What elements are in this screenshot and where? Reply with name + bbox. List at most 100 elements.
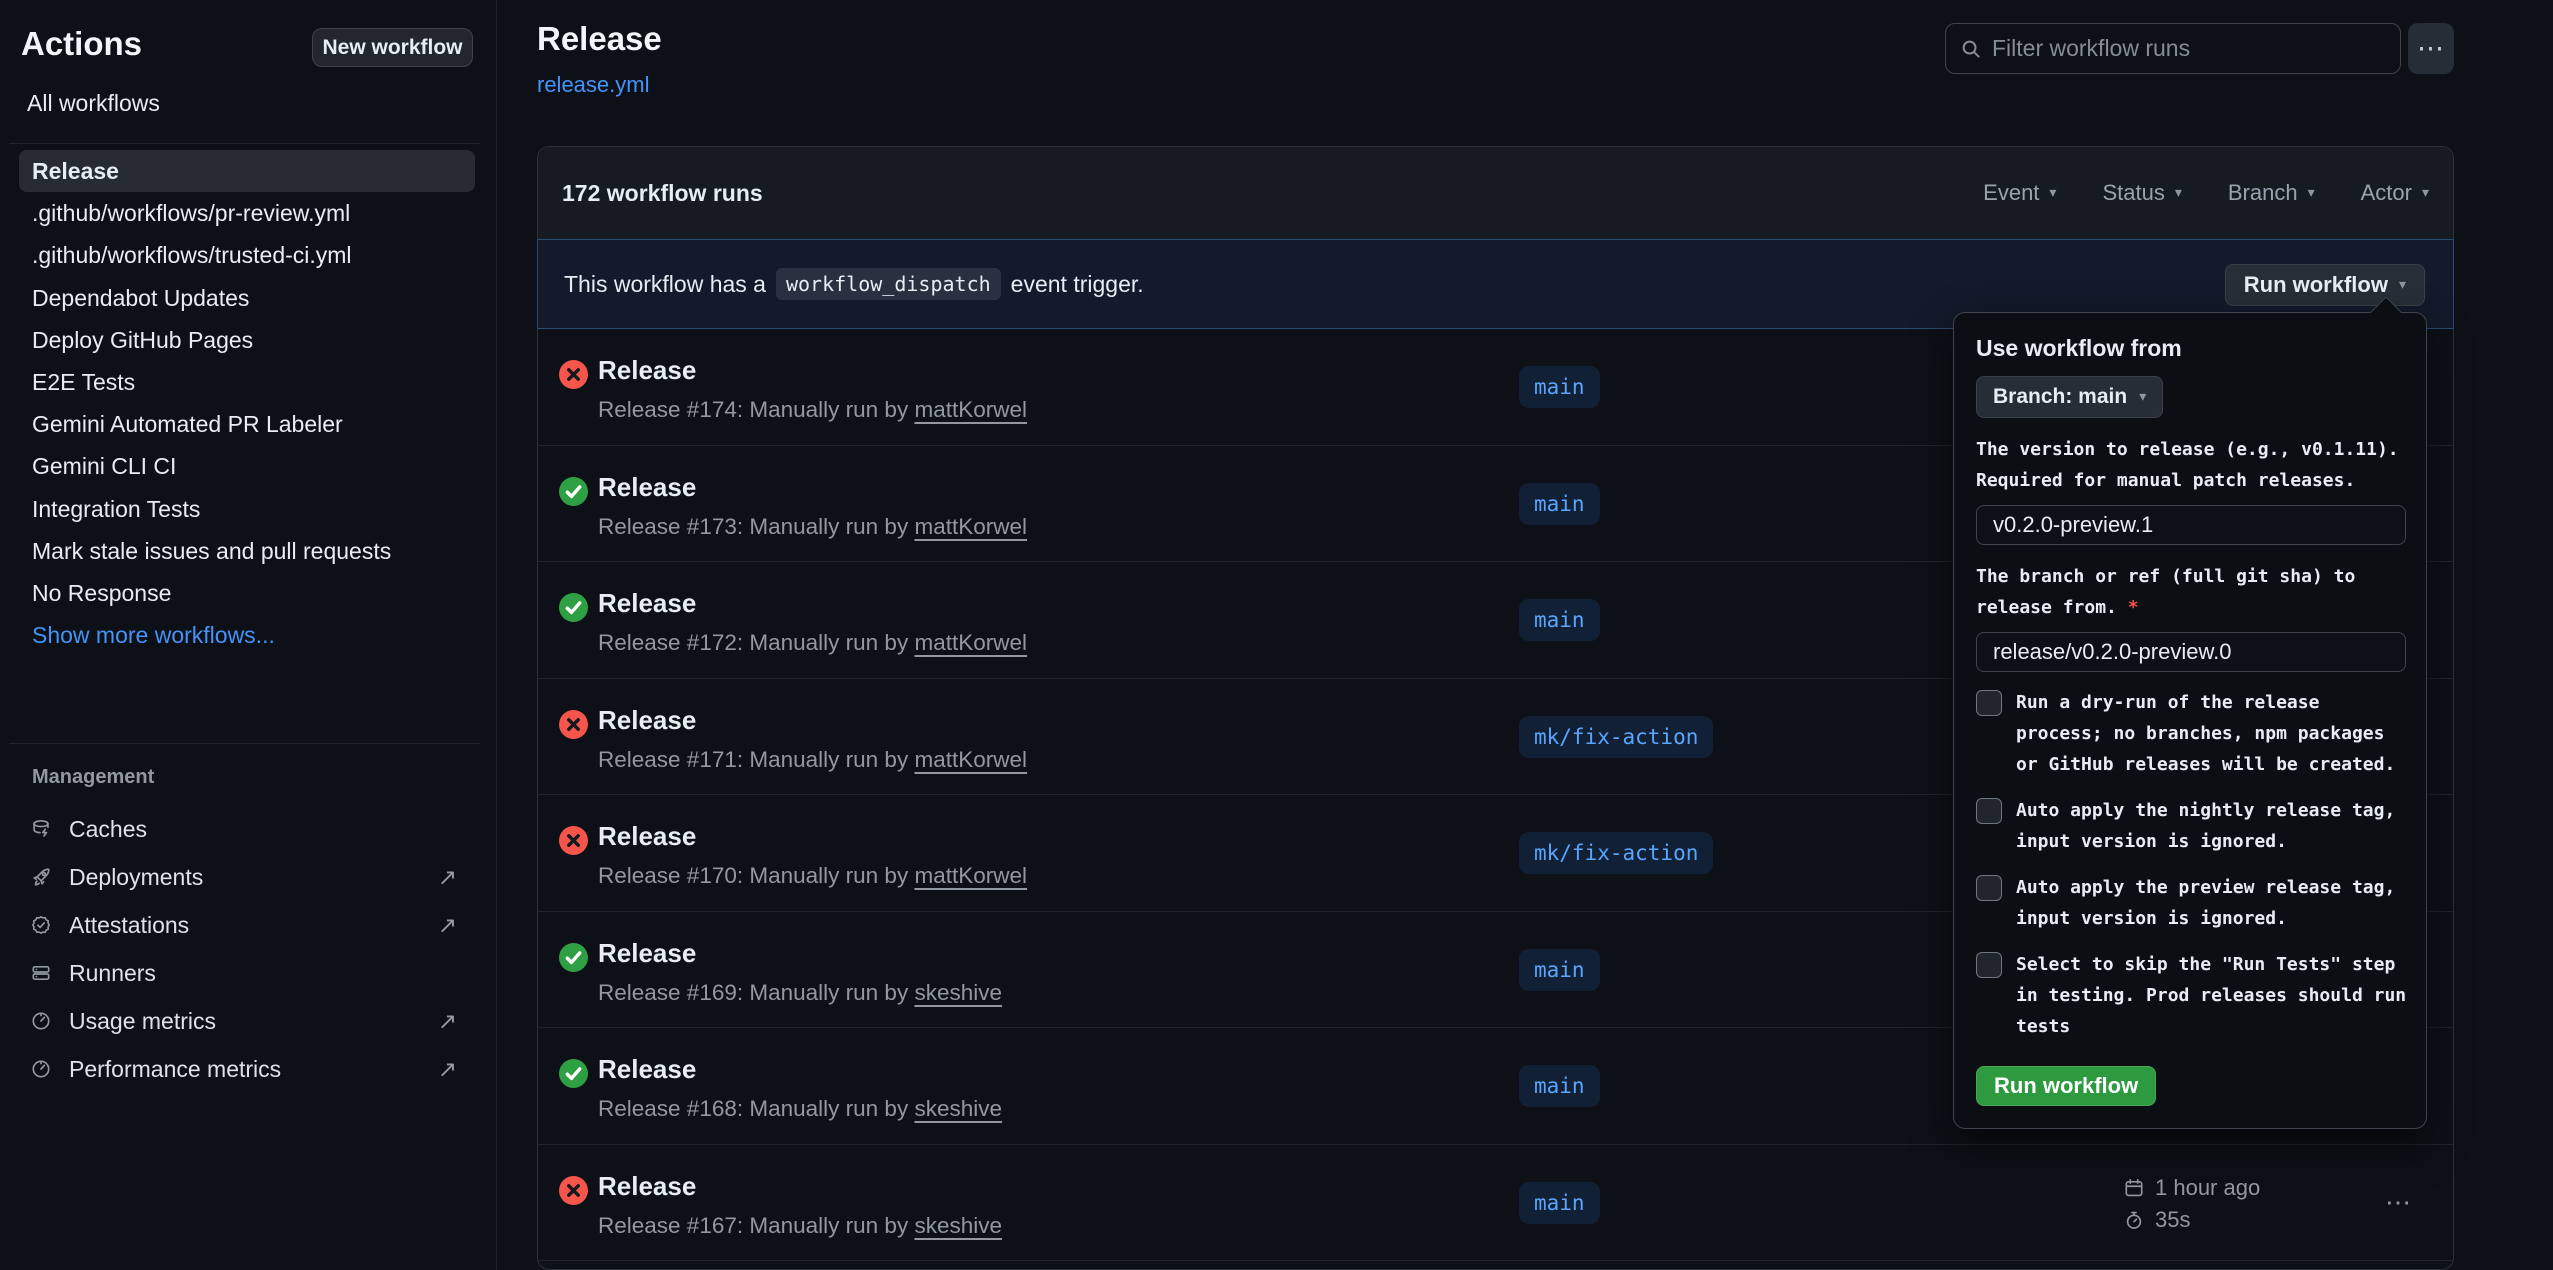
sidebar-workflow-item[interactable]: Gemini Automated PR Labeler <box>19 403 475 445</box>
run-description-text: Release #171: Manually run by <box>598 747 908 772</box>
failure-icon <box>559 1176 588 1205</box>
runs-filters: Event ▾ Status ▾ Branch ▾ Actor ▾ <box>1983 180 2429 206</box>
actor-link[interactable]: mattKorwel <box>914 863 1027 888</box>
checkbox[interactable] <box>1976 690 2002 716</box>
sidebar-workflow-item[interactable]: Gemini CLI CI <box>19 445 475 487</box>
sidebar-workflow-item[interactable]: .github/workflows/trusted-ci.yml <box>19 234 475 276</box>
workflow-file-link[interactable]: release.yml <box>537 72 649 98</box>
sidebar-workflow-item[interactable]: Dependabot Updates <box>19 277 475 319</box>
branch-select-button[interactable]: Branch: main ▾ <box>1976 376 2163 418</box>
branch-label[interactable]: mk/fix-action <box>1519 832 1713 874</box>
run-workflow-dropdown-button[interactable]: Run workflow ▾ <box>2225 264 2425 306</box>
filter-dropdown[interactable]: Event ▾ <box>1983 180 2056 206</box>
run-description-text: Release #173: Manually run by <box>598 514 908 539</box>
run-status-icon <box>559 710 588 739</box>
run-title-link[interactable]: Release <box>598 472 696 503</box>
checkbox[interactable] <box>1976 875 2002 901</box>
actor-link[interactable]: skeshive <box>914 1096 1002 1121</box>
run-status-icon <box>559 826 588 855</box>
sidebar-divider <box>9 743 480 744</box>
new-workflow-button[interactable]: New workflow <box>312 28 473 67</box>
checkbox-label: Run a dry-run of the release process; no… <box>2016 687 2395 780</box>
stopwatch-icon <box>2123 1209 2145 1231</box>
filter-dropdown-label: Actor <box>2361 180 2412 206</box>
management-item[interactable]: Deployments ↗ <box>0 853 497 901</box>
workflow-item-label: No Response <box>32 580 171 606</box>
actor-link[interactable]: mattKorwel <box>914 747 1027 772</box>
management-item[interactable]: Caches ↗ <box>0 805 497 853</box>
run-title-link[interactable]: Release <box>598 1171 696 1202</box>
branch-label[interactable]: main <box>1519 483 1600 525</box>
run-description-text: Release #170: Manually run by <box>598 863 908 888</box>
run-description: Release #170: Manually run by mattKorwel <box>598 863 1027 889</box>
sidebar-workflow-item[interactable]: Show more workflows... <box>19 614 475 656</box>
workflow-item-label: Dependabot Updates <box>32 285 249 311</box>
run-workflow-popover: Use workflow from Branch: main ▾ The ver… <box>1953 312 2427 1129</box>
failure-icon <box>559 710 588 739</box>
sidebar-workflow-item[interactable]: Release <box>19 150 475 192</box>
sidebar-workflow-item[interactable]: Deploy GitHub Pages <box>19 319 475 361</box>
run-title-link[interactable]: Release <box>598 1054 696 1085</box>
actor-link[interactable]: mattKorwel <box>914 397 1027 422</box>
event-code-chip: workflow_dispatch <box>776 268 1001 300</box>
chevron-down-icon: ▾ <box>2139 389 2146 405</box>
checkbox-row: Auto apply the nightly release tag, inpu… <box>1976 795 2404 857</box>
actor-link[interactable]: mattKorwel <box>914 514 1027 539</box>
run-description: Release #167: Manually run by skeshive <box>598 1213 1002 1239</box>
sidebar-workflow-item[interactable]: .github/workflows/pr-review.yml <box>19 192 475 234</box>
management-item[interactable]: Performance metrics ↗ <box>0 1045 497 1093</box>
server-icon <box>30 962 52 984</box>
branch-label[interactable]: mk/fix-action <box>1519 716 1713 758</box>
branch-label[interactable]: main <box>1519 366 1600 408</box>
run-meta: 1 hour ago 35s <box>2123 1172 2260 1236</box>
branch-label[interactable]: main <box>1519 1182 1600 1224</box>
checkbox[interactable] <box>1976 798 2002 824</box>
version-input[interactable] <box>1976 505 2406 545</box>
external-link-icon: ↗ <box>438 864 457 891</box>
branch-label[interactable]: main <box>1519 599 1600 641</box>
sidebar-workflow-item[interactable]: Integration Tests <box>19 488 475 530</box>
branch-label[interactable]: main <box>1519 1065 1600 1107</box>
workflow-run-row[interactable]: Release Release #167: Manually run by sk… <box>538 1145 2453 1262</box>
row-kebab-button[interactable]: ⋯ <box>2385 1187 2435 1218</box>
gauge-icon <box>30 1058 52 1080</box>
run-title-link[interactable]: Release <box>598 355 696 386</box>
sidebar-workflow-item[interactable]: No Response <box>19 572 475 614</box>
branch-label[interactable]: main <box>1519 949 1600 991</box>
search-icon <box>1960 38 1982 60</box>
workflow-item-label: Show more workflows... <box>32 622 275 648</box>
verified-icon <box>30 914 52 936</box>
run-title-link[interactable]: Release <box>598 705 696 736</box>
run-description-text: Release #167: Manually run by <box>598 1213 908 1238</box>
actor-link[interactable]: skeshive <box>914 980 1002 1005</box>
sidebar-workflow-item[interactable]: E2E Tests <box>19 361 475 403</box>
sidebar-item-all-workflows[interactable]: All workflows <box>27 90 160 117</box>
filter-dropdown[interactable]: Actor ▾ <box>2361 180 2429 206</box>
ref-input[interactable] <box>1976 632 2406 672</box>
run-title-link[interactable]: Release <box>598 938 696 969</box>
management-item-label: Deployments <box>69 864 203 891</box>
chevron-down-icon: ▾ <box>2175 185 2182 201</box>
filter-dropdown[interactable]: Status ▾ <box>2102 180 2181 206</box>
management-item[interactable]: Usage metrics ↗ <box>0 997 497 1045</box>
management-item[interactable]: Runners ↗ <box>0 949 497 997</box>
run-title-link[interactable]: Release <box>598 821 696 852</box>
filter-dropdown[interactable]: Branch ▾ <box>2228 180 2315 206</box>
actor-link[interactable]: mattKorwel <box>914 630 1027 655</box>
success-icon <box>559 943 588 972</box>
chevron-down-icon: ▾ <box>2399 277 2406 293</box>
run-workflow-submit-button[interactable]: Run workflow <box>1976 1066 2156 1106</box>
filter-workflow-runs-input[interactable] <box>1992 35 2386 62</box>
sidebar-workflow-item[interactable]: Mark stale issues and pull requests <box>19 530 475 572</box>
checkbox[interactable] <box>1976 952 2002 978</box>
sidebar-title: Actions <box>21 25 142 63</box>
workflow-options-kebab-button[interactable]: ⋯ <box>2408 23 2454 74</box>
run-title-link[interactable]: Release <box>598 588 696 619</box>
success-icon <box>559 477 588 506</box>
run-workflow-dropdown-label: Run workflow <box>2244 272 2388 298</box>
checkbox-label: Auto apply the nightly release tag, inpu… <box>2016 795 2395 857</box>
management-item-label: Runners <box>69 960 156 987</box>
actor-link[interactable]: skeshive <box>914 1213 1002 1238</box>
caches-icon <box>30 818 52 840</box>
management-item[interactable]: Attestations ↗ <box>0 901 497 949</box>
